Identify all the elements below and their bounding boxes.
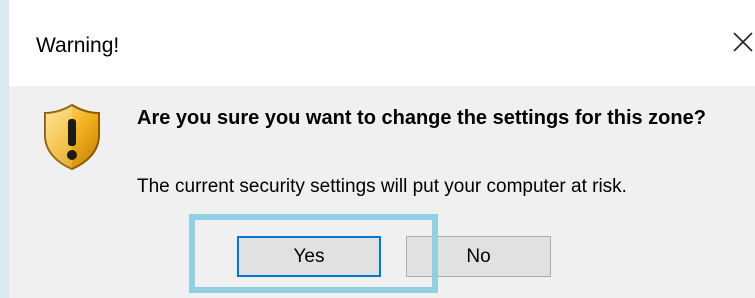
dialog-message: The current security settings will put y… xyxy=(137,176,627,197)
title-bar[interactable]: Warning! xyxy=(9,0,755,86)
shield-warning-icon xyxy=(44,103,100,171)
window-title: Warning! xyxy=(36,34,120,57)
dialog-body: Are you sure you want to change the sett… xyxy=(9,86,755,298)
dialog-heading: Are you sure you want to change the sett… xyxy=(137,107,706,129)
close-icon xyxy=(733,32,753,52)
close-button[interactable] xyxy=(725,22,755,62)
yes-button[interactable]: Yes xyxy=(237,236,381,277)
no-button[interactable]: No xyxy=(406,236,551,277)
warning-dialog: Warning! Are you sure you want to change… xyxy=(0,0,755,298)
window-left-border xyxy=(0,0,9,298)
